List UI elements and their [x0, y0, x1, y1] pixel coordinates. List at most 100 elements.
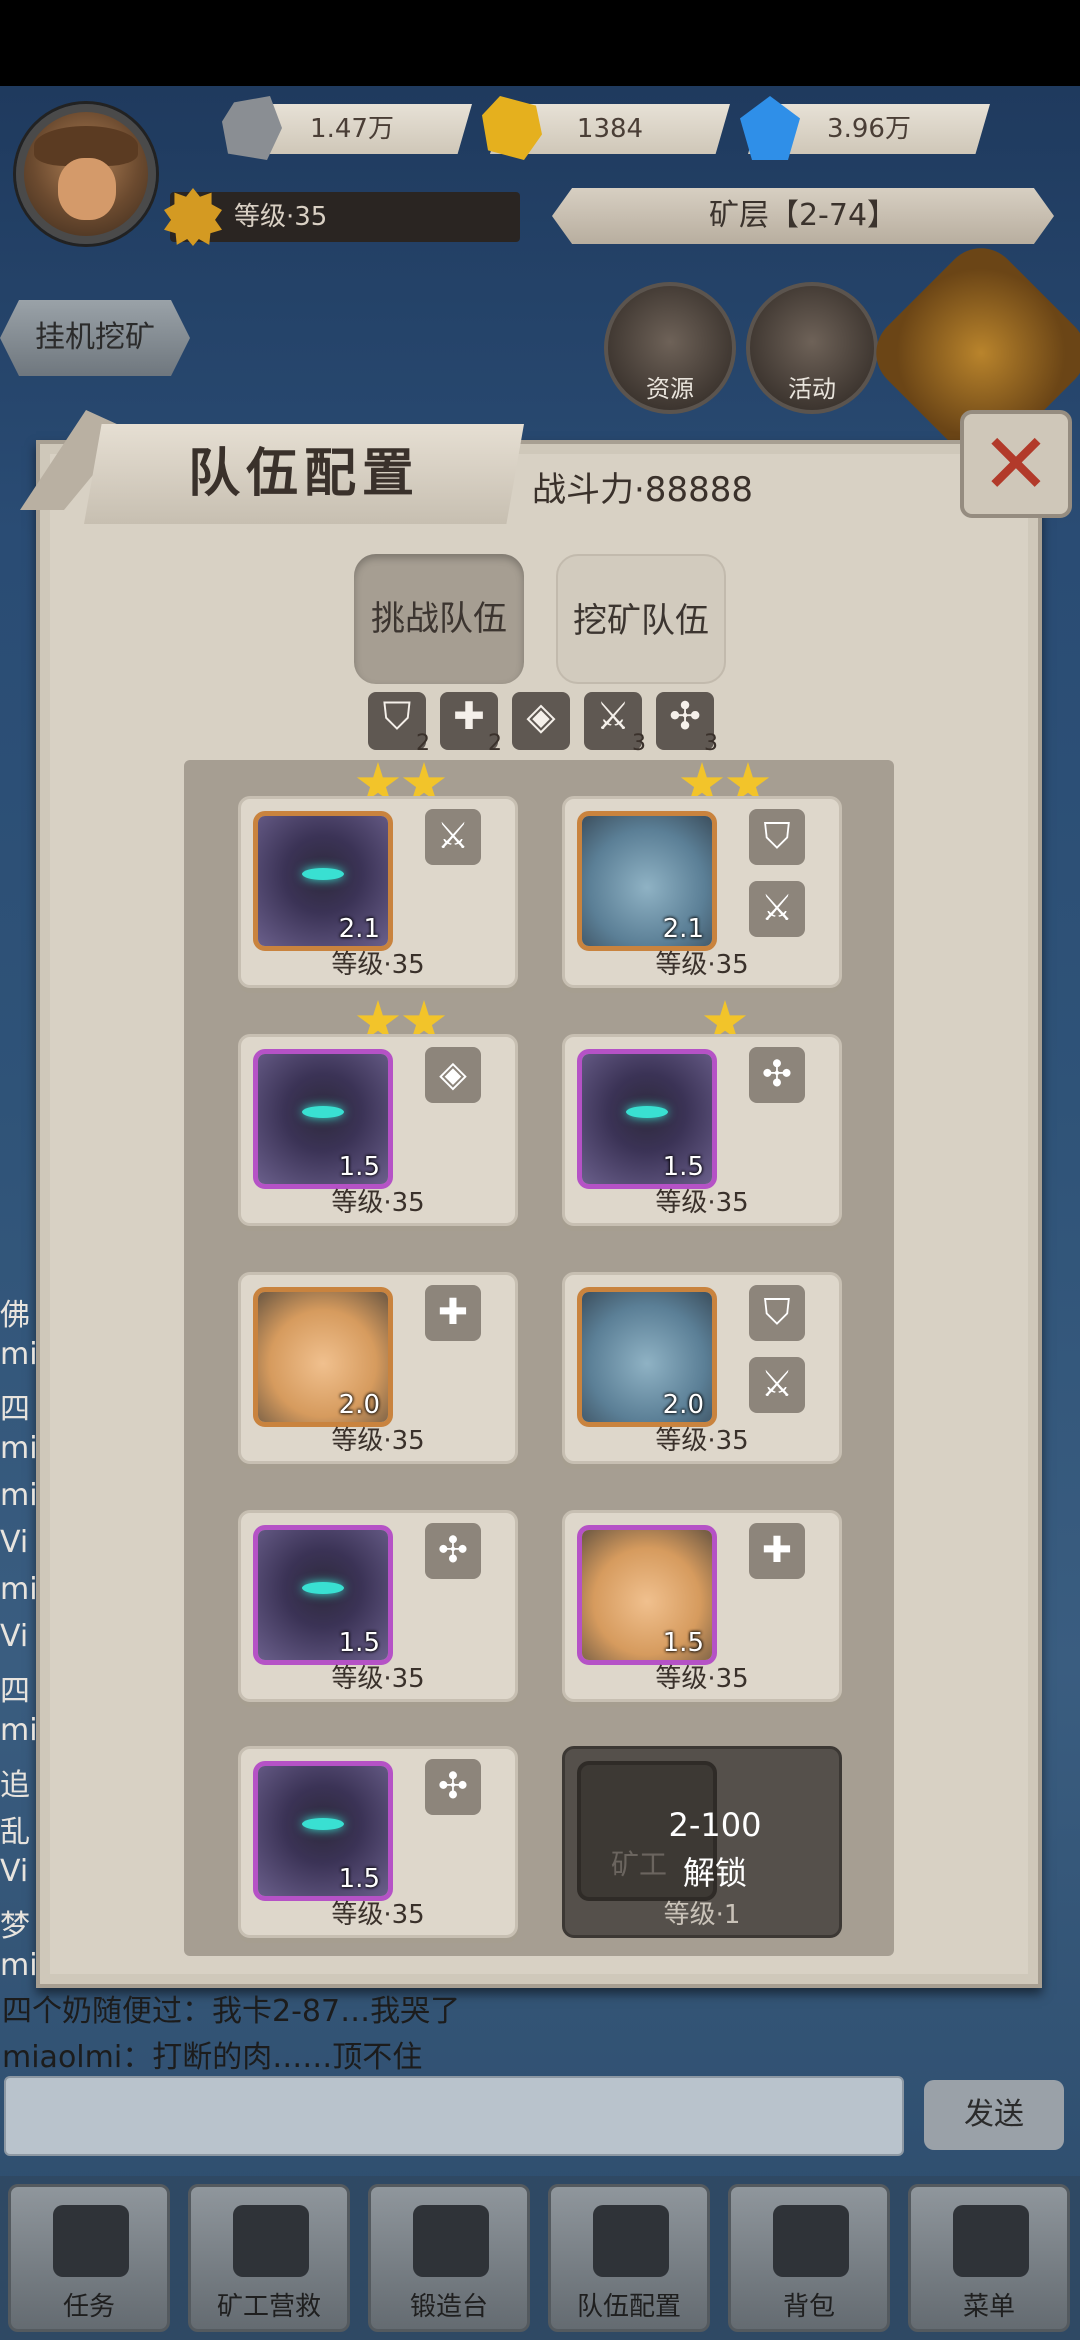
nav-forge-label: 锻造台: [409, 2292, 488, 2322]
nav-team-label: 队伍配置: [576, 2292, 681, 2322]
crest-icon[interactable]: ◈: [512, 692, 570, 750]
hero-role-glyph: ✣: [761, 1054, 793, 1095]
nav-tasks[interactable]: 任务: [8, 2184, 170, 2332]
tab-mining-team[interactable]: 挖矿队伍: [556, 554, 726, 684]
hero-role-icon: ⛉: [749, 1285, 805, 1341]
locked-slot-level: 等级·1: [663, 1900, 741, 1930]
menu-icon: [953, 2205, 1029, 2277]
nav-menu[interactable]: 菜单: [908, 2184, 1070, 2332]
hero-card[interactable]: 2.0 ✚ 等级·35: [238, 1272, 518, 1464]
activity-button[interactable]: 活动: [746, 282, 878, 414]
hero-portrait: 2.1: [577, 811, 717, 951]
hero-card[interactable]: 1.5 ◈ 等级·35: [238, 1034, 518, 1226]
hero-role-glyph: ⚔: [436, 816, 470, 857]
hero-role-glyph: ⚔: [760, 1364, 794, 1405]
unlock-requirement: 2-100 解锁: [625, 1801, 805, 1897]
hero-rank: 1.5: [338, 1628, 380, 1658]
sword-icon[interactable]: ⚔ 3: [584, 692, 646, 756]
send-button[interactable]: 发送: [924, 2080, 1064, 2150]
nav-forge[interactable]: 锻造台: [368, 2184, 530, 2332]
hero-card[interactable]: 1.5 ✣ 等级·35: [238, 1510, 518, 1702]
hero-role-icon: ⚔: [749, 881, 805, 937]
chat-fragment: Vi: [0, 1619, 29, 1654]
nav-miner-rescue[interactable]: 矿工营救: [188, 2184, 350, 2332]
hero-role-glyph: ✚: [437, 1292, 469, 1333]
hero-card[interactable]: 2.0 ⛉ ⚔ 等级·35: [562, 1272, 842, 1464]
unlock-label: 解锁: [682, 1854, 747, 1892]
chat-fragment: mi: [0, 1337, 38, 1372]
hero-portrait: 1.5: [253, 1761, 393, 1901]
hero-card[interactable]: 1.5 ✣ 等级·35: [238, 1746, 518, 1938]
hero-rank: 1.5: [338, 1152, 380, 1182]
hero-portrait: 1.5: [253, 1525, 393, 1665]
hero-rank: 2.1: [338, 914, 380, 944]
trait-count: 2: [488, 731, 502, 756]
mine-layer-label: 矿层【2-74】: [708, 198, 898, 233]
chat-fragment: mi: [0, 1572, 38, 1607]
send-label: 发送: [964, 2097, 1024, 2132]
hero-role-icon: ✚: [749, 1523, 805, 1579]
close-icon: ✕: [980, 415, 1052, 513]
chat-fragment: 四: [0, 1392, 30, 1427]
hero-level: 等级·35: [331, 1900, 425, 1930]
hero-role-icon: ◈: [425, 1047, 481, 1103]
idle-mining-label: 挂机挖矿: [35, 320, 155, 355]
locked-slot[interactable]: 矿工 2-100 解锁 等级·1: [562, 1746, 842, 1938]
chat-fragment: mi: [0, 1478, 38, 1513]
chat-fragment: Vi: [0, 1525, 29, 1560]
tab-challenge-team[interactable]: 挑战队伍: [354, 554, 524, 684]
hero-level: 等级·35: [655, 1664, 749, 1694]
hero-card[interactable]: 1.5 ✚ 等级·35: [562, 1510, 842, 1702]
activity-label: 活动: [788, 375, 836, 403]
hero-card[interactable]: 2.1 ⚔ 等级·35: [238, 796, 518, 988]
hero-role-glyph: ⛉: [763, 1292, 791, 1333]
hero-rank: 1.5: [662, 1628, 704, 1658]
plus-icon[interactable]: ✚ 2: [440, 692, 502, 756]
chat-fragment: mi: [0, 1713, 38, 1748]
nav-rescue-label: 矿工营救: [216, 2292, 321, 2322]
hero-level: 等级·35: [655, 1426, 749, 1456]
hero-portrait: 1.5: [577, 1525, 717, 1665]
chat-input[interactable]: [4, 2076, 904, 2156]
status-bar: [0, 0, 1080, 86]
nav-menu-label: 菜单: [962, 2292, 1015, 2322]
chat-fragment: mi: [0, 1431, 38, 1466]
hero-role-glyph: ✚: [761, 1530, 793, 1571]
anvil-icon: [413, 2205, 489, 2277]
mine-layer-display[interactable]: 矿层【2-74】: [552, 188, 1054, 244]
chat-fragment: 追: [0, 1768, 30, 1803]
hero-role-icon: ✣: [425, 1759, 481, 1815]
level-badge-icon: [164, 188, 222, 246]
hero-card[interactable]: 2.1 ⛉ ⚔ 等级·35: [562, 796, 842, 988]
player-level-bar: 等级·35: [164, 188, 520, 246]
close-button[interactable]: ✕: [960, 410, 1072, 518]
tab-challenge-team-label: 挑战队伍: [371, 599, 507, 639]
hero-role-glyph: ⚔: [760, 888, 794, 929]
idle-mining-button[interactable]: 挂机挖矿: [0, 300, 190, 376]
nav-bag[interactable]: 背包: [728, 2184, 890, 2332]
hero-level: 等级·35: [655, 1188, 749, 1218]
hero-rank: 2.0: [338, 1390, 380, 1420]
hero-rank: 1.5: [338, 1864, 380, 1894]
hero-role-glyph: ✣: [437, 1766, 469, 1807]
chat-message: 四个奶随便过：我卡2-87…我哭了: [2, 1994, 461, 2029]
hero-level: 等级·35: [331, 950, 425, 980]
player-avatar[interactable]: [16, 104, 156, 244]
cross-icon[interactable]: ✣ 3: [656, 692, 718, 756]
shield-icon[interactable]: ⛉ 2: [368, 692, 430, 756]
hero-portrait: 2.0: [253, 1287, 393, 1427]
team-icon: [593, 2205, 669, 2277]
hero-role-icon: ⛉: [749, 809, 805, 865]
trait-count: 3: [704, 731, 718, 756]
trait-count: 3: [632, 731, 646, 756]
nav-team-config[interactable]: 队伍配置: [548, 2184, 710, 2332]
avatar-face: [58, 158, 116, 220]
chat-message: miaolmi：打断的肉……顶不住: [2, 2040, 423, 2075]
resource-label: 资源: [646, 375, 694, 403]
combat-power: 战斗力·88888: [532, 470, 753, 510]
resource-button[interactable]: 资源: [604, 282, 736, 414]
hero-card[interactable]: 1.5 ✣ 等级·35: [562, 1034, 842, 1226]
player-level: 等级·35: [234, 202, 328, 232]
unlock-stage: 2-100: [668, 1806, 762, 1844]
hero-portrait: 1.5: [253, 1049, 393, 1189]
